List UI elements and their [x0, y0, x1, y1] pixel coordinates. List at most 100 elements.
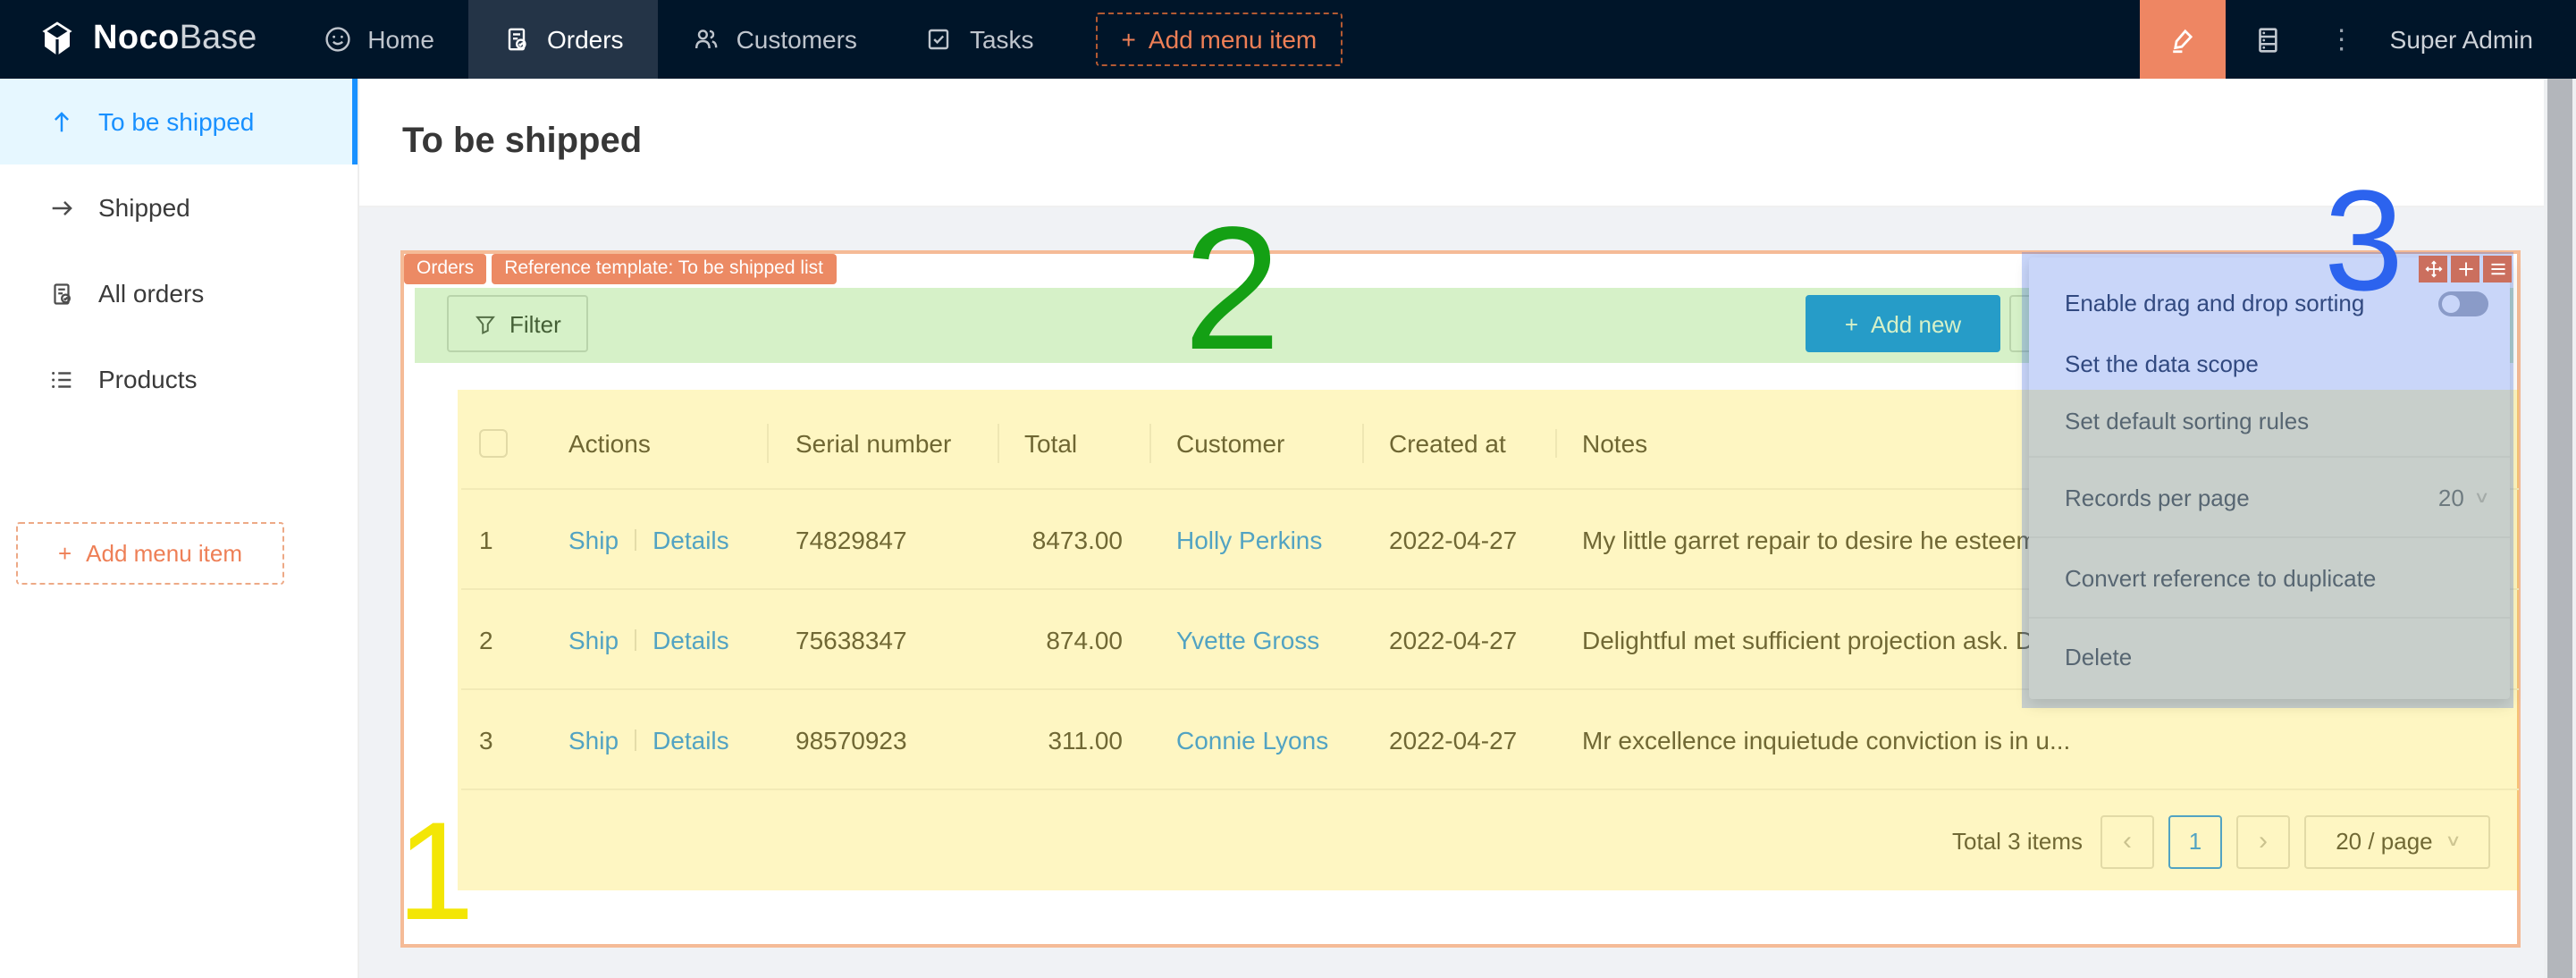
drag-block-handle[interactable] — [2419, 256, 2447, 282]
app-screen: NocoBase Home — [0, 0, 2576, 978]
ship-link[interactable]: Ship — [568, 525, 619, 553]
brand-base: Base — [180, 20, 257, 57]
details-link[interactable]: Details — [652, 525, 729, 553]
select-all-checkbox[interactable] — [479, 428, 508, 457]
serial-number-cell: 74829847 — [767, 525, 998, 553]
add-new-button[interactable]: + Add new — [1806, 295, 2000, 352]
list-icon — [46, 365, 75, 393]
user-menu[interactable]: Super Admin — [2372, 0, 2576, 79]
menu-item-label: Set the data scope — [2065, 350, 2259, 377]
pagination-page-1[interactable]: 1 — [2168, 814, 2222, 868]
block-designer-menu-button[interactable] — [2483, 256, 2512, 282]
pagination-next-button[interactable]: › — [2236, 814, 2290, 868]
sidebar-item-label: All orders — [98, 279, 204, 308]
page-size-value: 20 / page — [2336, 828, 2432, 855]
filter-button[interactable]: Filter — [447, 295, 588, 352]
menu-item-set-data-scope[interactable]: Set the data scope — [2029, 336, 2510, 392]
customer-link[interactable]: Yvette Gross — [1176, 625, 1319, 653]
block-badges: Orders Reference template: To be shipped… — [404, 254, 836, 284]
created-at-cell: 2022-04-27 — [1362, 625, 1555, 653]
serial-number-cell: 75638347 — [767, 625, 998, 653]
action-divider — [635, 628, 636, 650]
total-items-text: Total 3 items — [1952, 828, 2083, 855]
sidebar-item-shipped[interactable]: Shipped — [0, 164, 358, 250]
serial-number-cell: 98570923 — [767, 725, 998, 754]
menu-divider — [2029, 617, 2510, 619]
menu-item-delete[interactable]: Delete — [2029, 624, 2510, 688]
top-navbar: NocoBase Home — [0, 0, 2576, 79]
more-actions-button[interactable]: ⋮ — [2311, 0, 2372, 79]
nav-item-label: Customers — [737, 25, 857, 54]
nocobase-logo[interactable]: NocoBase — [0, 0, 289, 79]
records-per-page-value: 20 — [2438, 484, 2464, 510]
menu-item-convert-reference[interactable]: Convert reference to duplicate — [2029, 544, 2510, 611]
block-action-bar — [2419, 256, 2512, 282]
drag-sorting-toggle[interactable] — [2438, 291, 2488, 316]
menu-item-label: Enable drag and drop sorting — [2065, 290, 2438, 316]
page-title: To be shipped — [402, 122, 642, 163]
customers-icon — [692, 25, 720, 54]
nav-item-customers[interactable]: Customers — [658, 0, 891, 79]
user-name: Super Admin — [2390, 25, 2533, 54]
customer-link[interactable]: Holly Perkins — [1176, 525, 1322, 553]
plus-icon: + — [1845, 310, 1858, 337]
smiley-icon — [323, 25, 351, 54]
arrow-up-icon — [46, 107, 75, 136]
collection-badge: Orders — [404, 254, 486, 284]
row-actions: Ship Details — [547, 525, 767, 553]
sidebar-item-label: Shipped — [98, 193, 190, 222]
scrollbar-thumb[interactable] — [2547, 79, 2572, 978]
ui-editor-button[interactable] — [2140, 0, 2226, 79]
created-at-cell: 2022-04-27 — [1362, 725, 1555, 754]
row-actions: Ship Details — [547, 725, 767, 754]
table-row: 3 ShipDetails 98570923 311.00 Connie Lyo… — [461, 690, 2519, 790]
plus-icon: + — [1122, 25, 1136, 54]
row-actions: Ship Details — [547, 625, 767, 653]
plus-icon: + — [58, 540, 72, 567]
sidebar-item-to-be-shipped[interactable]: To be shipped — [0, 79, 358, 164]
highlighter-icon — [2168, 24, 2198, 55]
navbar-right-cluster: ⋮ Super Admin — [2140, 0, 2576, 79]
order-document-icon — [502, 25, 531, 54]
sidebar-add-menu-item-button[interactable]: + Add menu item — [16, 522, 284, 585]
menu-item-records-per-page[interactable]: Records per page 20 ∨ — [2029, 463, 2510, 531]
menu-divider — [2029, 456, 2510, 458]
nav-item-orders[interactable]: Orders — [468, 0, 658, 79]
pagination-prev-button[interactable]: ‹ — [2100, 814, 2154, 868]
sidebar-item-products[interactable]: Products — [0, 336, 358, 422]
table-footer: Total 3 items ‹ 1 › 20 / page ∨ — [461, 790, 2519, 892]
menu-item-label: Records per page — [2065, 484, 2438, 510]
column-header-total: Total — [998, 428, 1149, 457]
chevron-down-icon: ∨ — [2445, 831, 2461, 851]
ship-link[interactable]: Ship — [568, 625, 619, 653]
ship-link[interactable]: Ship — [568, 725, 619, 754]
sidebar-item-label: Products — [98, 365, 198, 393]
chevron-right-icon: › — [2259, 826, 2268, 856]
details-link[interactable]: Details — [652, 725, 729, 754]
move-icon — [2423, 259, 2443, 279]
nav-item-home[interactable]: Home — [289, 0, 468, 79]
chevron-down-icon: ∨ — [2474, 487, 2490, 507]
sidebar-item-all-orders[interactable]: All orders — [0, 250, 358, 336]
nav-item-tasks[interactable]: Tasks — [891, 0, 1068, 79]
details-link[interactable]: Details — [652, 625, 729, 653]
brand-noco: Noco — [93, 20, 180, 57]
plugins-button[interactable] — [2226, 0, 2311, 79]
plus-icon — [2455, 259, 2475, 279]
add-block-button[interactable] — [2451, 256, 2479, 282]
customer-cell: Holly Perkins — [1149, 525, 1362, 553]
customer-link[interactable]: Connie Lyons — [1176, 725, 1328, 754]
customer-cell: Connie Lyons — [1149, 725, 1362, 754]
filter-label: Filter — [509, 310, 561, 337]
cube-logo-icon — [36, 18, 79, 61]
notes-cell: Mr excellence inquietude conviction is i… — [1555, 725, 2519, 754]
nav-item-label: Orders — [547, 25, 624, 54]
server-stack-icon — [2253, 24, 2284, 55]
column-header-created-at: Created at — [1362, 428, 1555, 457]
page-size-select[interactable]: 20 / page ∨ — [2304, 814, 2490, 868]
menu-item-set-default-sorting-rules[interactable]: Set default sorting rules — [2029, 392, 2510, 451]
total-cell: 8473.00 — [998, 525, 1149, 553]
navbar-add-menu-item-button[interactable]: + Add menu item — [1097, 13, 1343, 66]
menu-item-label: Convert reference to duplicate — [2065, 564, 2376, 591]
scrollbar-track — [2544, 79, 2576, 978]
